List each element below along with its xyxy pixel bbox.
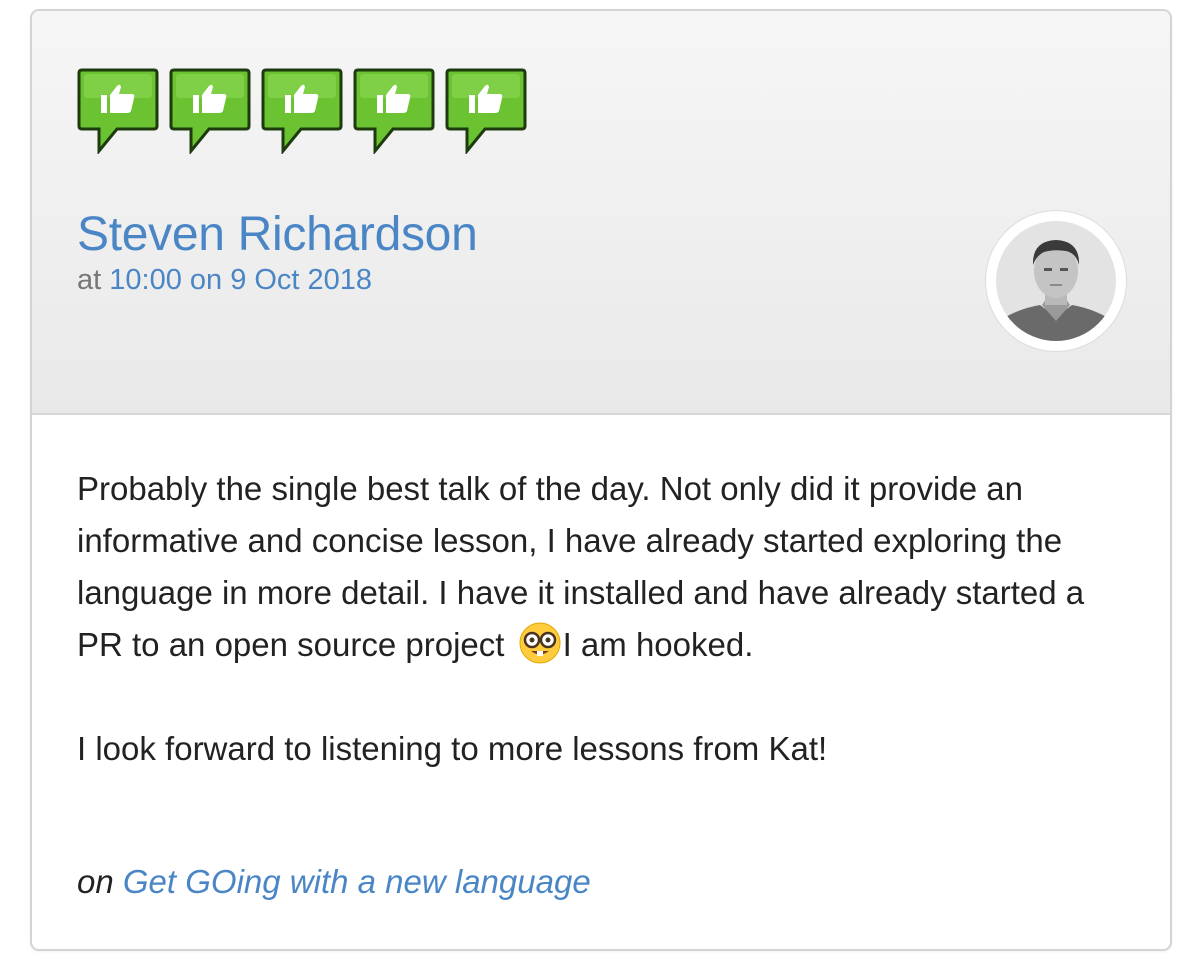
timestamp-prefix: at — [77, 264, 102, 296]
author-avatar[interactable] — [986, 211, 1126, 351]
thumbs-up-icon — [77, 68, 159, 154]
thumbs-up-icon — [445, 68, 527, 154]
timestamp-value: 10:00 on 9 Oct 2018 — [109, 264, 373, 296]
thumbs-up-icon — [353, 68, 435, 154]
rating — [77, 68, 527, 154]
talk-reference: on Get GOing with a new language — [77, 863, 591, 901]
author-name-link[interactable]: Steven Richardson — [77, 207, 478, 262]
thumbs-up-icon — [169, 68, 251, 154]
nerd-face-emoji-icon — [519, 622, 561, 664]
avatar-photo — [996, 221, 1116, 341]
thumbs-up-icon — [261, 68, 343, 154]
review-timestamp: at 10:00 on 9 Oct 2018 — [77, 264, 372, 297]
review-card: Steven Richardson at 10:00 on 9 Oct 2018 — [30, 9, 1172, 951]
review-text: Probably the single best talk of the day… — [77, 463, 1137, 775]
review-paragraph: Probably the single best talk of the day… — [77, 463, 1137, 671]
review-header: Steven Richardson at 10:00 on 9 Oct 2018 — [32, 11, 1170, 415]
talk-prefix: on — [77, 863, 114, 900]
review-paragraph: I look forward to listening to more less… — [77, 730, 828, 767]
talk-title-link[interactable]: Get GOing with a new language — [123, 863, 591, 900]
review-text-part: I am hooked. — [562, 626, 754, 663]
